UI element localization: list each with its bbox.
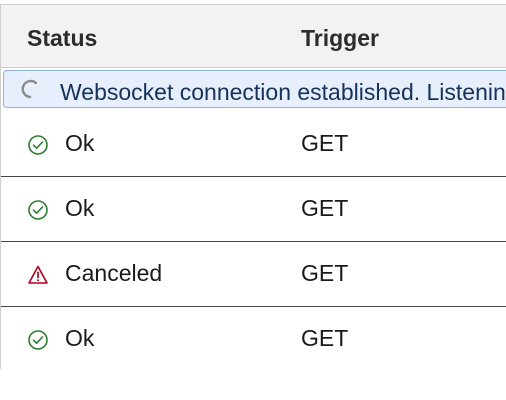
table-row[interactable]: Ok GET bbox=[1, 177, 506, 242]
status-label: Ok bbox=[65, 195, 95, 221]
status-label: Canceled bbox=[65, 260, 163, 286]
trigger-value: GET bbox=[301, 195, 349, 221]
banner-message: Websocket connection established. Listen… bbox=[60, 79, 506, 105]
trigger-value: GET bbox=[301, 260, 349, 286]
table-row[interactable]: Ok GET bbox=[1, 112, 506, 177]
check-circle-icon bbox=[28, 330, 48, 350]
column-header-status[interactable]: Status bbox=[27, 25, 97, 52]
status-label: Ok bbox=[65, 130, 95, 156]
warning-triangle-icon bbox=[28, 265, 48, 284]
websocket-status-banner: Websocket connection established. Listen… bbox=[3, 70, 506, 108]
table-row[interactable]: Ok GET bbox=[1, 307, 506, 369]
trigger-value: GET bbox=[301, 325, 349, 351]
column-header-trigger[interactable]: Trigger bbox=[301, 25, 379, 52]
status-label: Ok bbox=[65, 325, 95, 351]
runs-table: Status Trigger Websocket connection esta… bbox=[0, 4, 506, 369]
table-row[interactable]: Canceled GET bbox=[1, 242, 506, 307]
table-header: Status Trigger bbox=[1, 5, 506, 68]
spinner-icon bbox=[21, 79, 38, 99]
trigger-value: GET bbox=[301, 130, 349, 156]
check-circle-icon bbox=[28, 200, 48, 220]
check-circle-icon bbox=[28, 135, 48, 155]
